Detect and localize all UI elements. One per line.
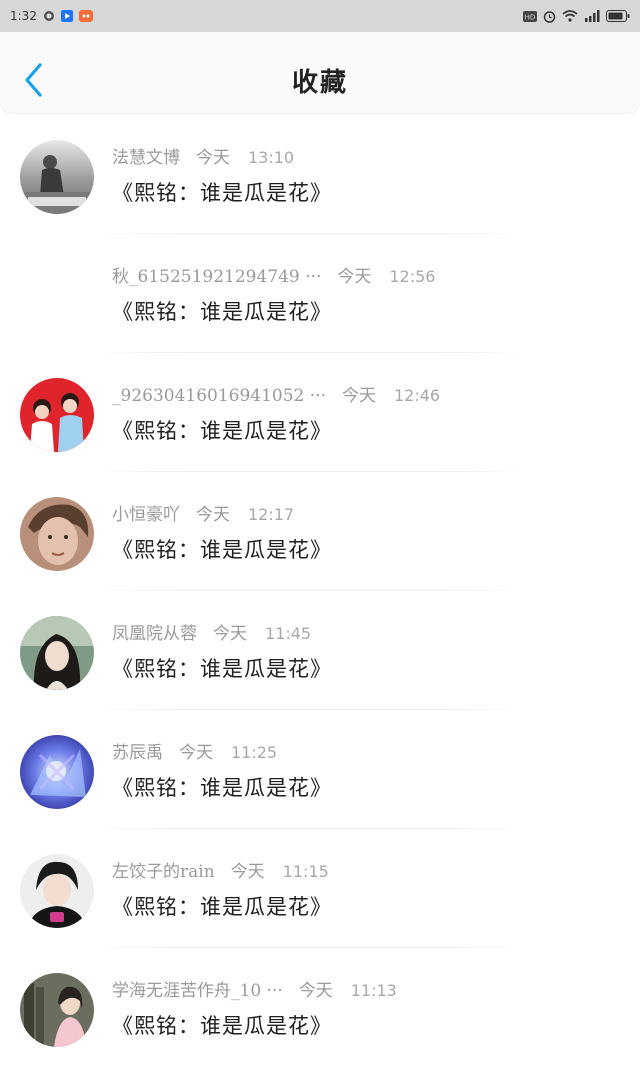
time-label: 13:10 bbox=[248, 148, 295, 167]
item-meta: 左饺子的rain 今天 11:15 bbox=[112, 857, 329, 882]
avatar[interactable] bbox=[20, 973, 94, 1047]
time-label: 11:25 bbox=[231, 743, 278, 762]
item-meta: 法慧文博 今天 13:10 bbox=[112, 143, 294, 168]
date-label: 今天 bbox=[342, 386, 376, 406]
user-name[interactable]: 学海无涯苦作舟_10 ··· bbox=[112, 976, 283, 1001]
status-bar-right: HD bbox=[523, 10, 630, 23]
list-item[interactable]: _92630416016941052 ··· 今天 12:46 《熙铭：谁是瓜是花》 bbox=[0, 353, 640, 472]
list-item[interactable]: 苏辰禹 今天 11:25 《熙铭：谁是瓜是花》 bbox=[0, 710, 640, 829]
list-item[interactable]: 学海无涯苦作舟_10 ··· 今天 11:13 《熙铭：谁是瓜是花》 bbox=[0, 948, 640, 1067]
date-label: 今天 bbox=[230, 862, 265, 882]
item-content[interactable]: 《熙铭：谁是瓜是花》 bbox=[112, 415, 332, 445]
item-content[interactable]: 《熙铭：谁是瓜是花》 bbox=[112, 772, 332, 802]
list-item[interactable]: 左饺子的rain 今天 11:15 《熙铭：谁是瓜是花》 bbox=[0, 829, 640, 948]
item-content[interactable]: 《熙铭：谁是瓜是花》 bbox=[112, 653, 332, 683]
page-title: 收藏 bbox=[291, 68, 348, 98]
item-meta: _92630416016941052 ··· 今天 12:46 bbox=[112, 381, 440, 406]
circle-app-icon bbox=[43, 10, 55, 22]
date-label: 今天 bbox=[298, 981, 333, 1001]
alarm-icon bbox=[543, 10, 556, 23]
item-content[interactable]: 《熙铭：谁是瓜是花》 bbox=[112, 1010, 332, 1040]
user-name[interactable]: 凤凰院从蓉 bbox=[112, 619, 197, 644]
status-bar-left: 1:32 bbox=[10, 9, 93, 23]
item-meta: 秋_615251921294749 ··· 今天 12:56 bbox=[112, 262, 435, 287]
battery-icon bbox=[606, 10, 630, 22]
date-label: 今天 bbox=[196, 505, 230, 525]
item-content[interactable]: 《熙铭：谁是瓜是花》 bbox=[112, 296, 332, 326]
time-label: 12:46 bbox=[394, 386, 441, 405]
list-item[interactable]: 法慧文博 今天 13:10 《熙铭：谁是瓜是花》 bbox=[0, 115, 640, 234]
date-label: 今天 bbox=[179, 743, 213, 763]
avatar[interactable] bbox=[20, 378, 94, 452]
item-content[interactable]: 《熙铭：谁是瓜是花》 bbox=[112, 534, 332, 564]
user-name[interactable]: 苏辰禹 bbox=[112, 738, 163, 763]
status-time: 1:32 bbox=[10, 9, 37, 23]
time-label: 11:15 bbox=[282, 862, 329, 881]
avatar[interactable] bbox=[20, 497, 94, 571]
time-label: 11:45 bbox=[265, 624, 312, 643]
item-meta: 小恒豪吖 今天 12:17 bbox=[112, 500, 294, 525]
time-label: 12:17 bbox=[248, 505, 295, 524]
blue-play-icon bbox=[60, 10, 73, 22]
signal-icon bbox=[584, 10, 600, 22]
avatar[interactable] bbox=[20, 140, 94, 214]
item-meta: 学海无涯苦作舟_10 ··· 今天 11:13 bbox=[112, 976, 397, 1001]
list-item[interactable]: 秋_615251921294749 ··· 今天 12:56 《熙铭：谁是瓜是花》 bbox=[0, 234, 640, 353]
hd-icon: HD bbox=[523, 10, 537, 22]
status-bar: 1:32 HD bbox=[0, 0, 640, 32]
user-name[interactable]: 秋_615251921294749 ··· bbox=[112, 262, 321, 287]
user-name[interactable]: 小恒豪吖 bbox=[112, 500, 180, 525]
time-label: 12:56 bbox=[389, 267, 436, 286]
avatar[interactable] bbox=[20, 616, 94, 690]
item-meta: 凤凰院从蓉 今天 11:45 bbox=[112, 619, 311, 644]
time-label: 11:13 bbox=[350, 981, 397, 1000]
user-name[interactable]: 左饺子的rain bbox=[112, 857, 215, 882]
item-meta: 苏辰禹 今天 11:25 bbox=[112, 738, 277, 763]
favorites-list: 法慧文博 今天 13:10 《熙铭：谁是瓜是花》 秋_615251921294749… bbox=[0, 115, 640, 1067]
date-label: 今天 bbox=[213, 624, 247, 644]
user-name[interactable]: _92630416016941052 ··· bbox=[112, 386, 326, 406]
avatar[interactable] bbox=[20, 854, 94, 928]
date-label: 今天 bbox=[196, 148, 230, 168]
item-content[interactable]: 《熙铭：谁是瓜是花》 bbox=[112, 891, 332, 921]
user-name[interactable]: 法慧文博 bbox=[112, 143, 180, 168]
wifi-icon bbox=[562, 10, 578, 22]
date-label: 今天 bbox=[337, 267, 372, 287]
list-item[interactable]: 凤凰院从蓉 今天 11:45 《熙铭：谁是瓜是花》 bbox=[0, 591, 640, 710]
item-content[interactable]: 《熙铭：谁是瓜是花》 bbox=[112, 177, 332, 207]
list-item[interactable]: 小恒豪吖 今天 12:17 《熙铭：谁是瓜是花》 bbox=[0, 472, 640, 591]
header-bar: 收藏 bbox=[0, 32, 640, 114]
svg-text:HD: HD bbox=[525, 13, 536, 21]
avatar[interactable] bbox=[20, 735, 94, 809]
mascot-app-icon bbox=[78, 10, 93, 22]
